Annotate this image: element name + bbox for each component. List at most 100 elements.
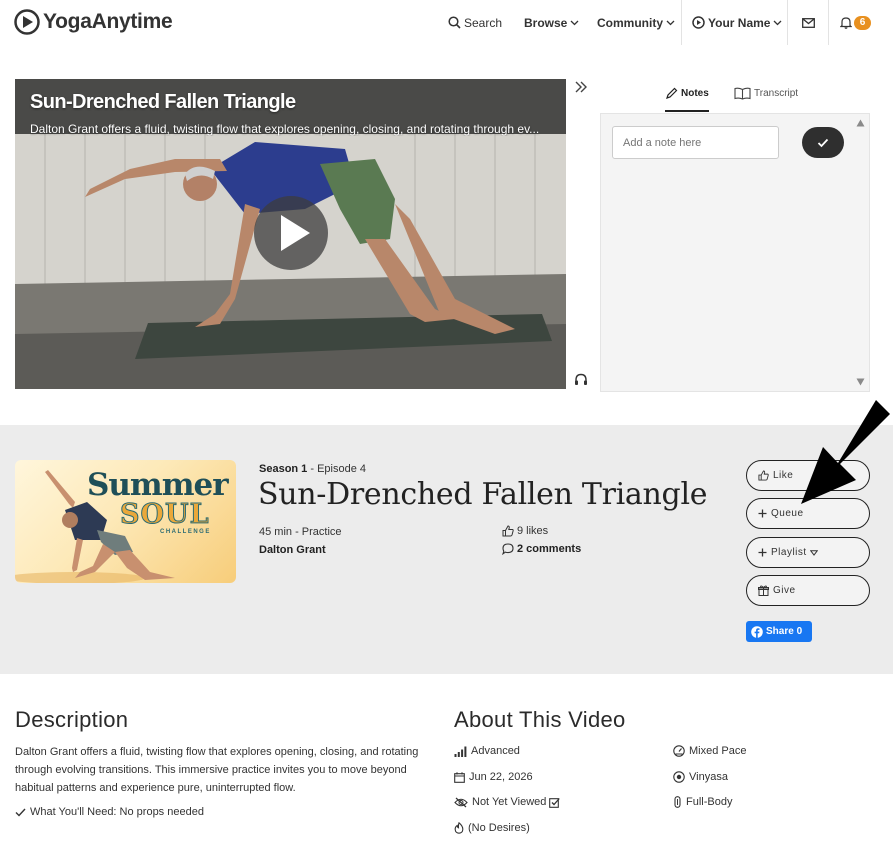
body-icon [674, 796, 681, 808]
active-tab-indicator [665, 110, 709, 112]
annotation-arrow [798, 397, 893, 507]
nav-browse-label: Browse [524, 15, 568, 30]
search-icon [448, 16, 461, 29]
thumbnail-summer-text: Summer [87, 467, 229, 503]
desires: (No Desires) [454, 822, 530, 834]
logo-icon [14, 9, 40, 35]
collapse-panel-button[interactable] [575, 81, 588, 93]
playlist-button[interactable]: Playlist [746, 537, 870, 568]
description-text: Dalton Grant offers a fluid, twisting fl… [15, 746, 419, 794]
nav-notifications[interactable]: 6 [840, 0, 871, 45]
nav-divider [787, 0, 788, 45]
pencil-icon [666, 87, 678, 99]
scroll-up-arrow[interactable] [856, 119, 865, 127]
style-label: Vinyasa [689, 771, 728, 783]
nav-divider [828, 0, 829, 45]
release-date-label: Jun 22, 2026 [469, 771, 533, 783]
focus-label: Full-Body [686, 796, 733, 808]
signal-bars-icon [454, 746, 467, 757]
site-header: YogaAnytime Search Browse Community Your… [0, 0, 893, 45]
nav-search-label: Search [464, 15, 503, 30]
gauge-icon [673, 745, 685, 757]
comment-icon [502, 543, 514, 555]
nav-browse[interactable]: Browse [521, 0, 579, 45]
checkmark-icon [817, 138, 829, 147]
pace-link[interactable]: Mixed Pace [673, 745, 746, 757]
thumbs-up-icon [758, 470, 769, 481]
notes-panel [600, 113, 870, 392]
level-label: Advanced [471, 745, 520, 757]
chevron-down-icon [774, 20, 782, 25]
tab-notes[interactable]: Notes [665, 78, 709, 112]
dot-circle-icon [673, 771, 685, 783]
about-heading: About This Video [454, 707, 626, 732]
episode-thumbnail[interactable]: Summer SOUL CHALLENGE [15, 460, 236, 583]
level-link[interactable]: Advanced [454, 745, 520, 757]
save-note-button[interactable] [802, 127, 844, 158]
queue-button-label: Queue [771, 508, 804, 519]
give-button-label: Give [773, 585, 796, 596]
arrow-pointer-icon [801, 400, 890, 504]
audio-mode-button[interactable] [574, 373, 588, 386]
nav-search[interactable]: Search [448, 0, 505, 45]
nav-community-label: Community [597, 15, 663, 30]
instructor-link[interactable]: Dalton Grant [259, 544, 326, 556]
nav-user-menu[interactable]: Your Name [692, 0, 782, 45]
play-icon [281, 215, 310, 251]
style-link[interactable]: Vinyasa [673, 771, 728, 783]
scroll-down-arrow[interactable] [856, 378, 865, 386]
comments-link[interactable]: 2 comments [502, 543, 581, 555]
viewed-status-label: Not Yet Viewed [472, 796, 547, 808]
video-player[interactable]: Sun-Drenched Fallen Triangle Dalton Gran… [15, 79, 566, 389]
notes-tabs: Notes Transcript [600, 78, 870, 112]
chevron-down-icon [666, 20, 675, 25]
playlist-button-label: Playlist [771, 547, 807, 558]
facebook-share-button[interactable]: Share 0 [746, 621, 812, 642]
checkmark-icon [15, 808, 26, 817]
book-icon [734, 87, 751, 100]
logo[interactable]: YogaAnytime [14, 9, 173, 35]
tab-transcript[interactable]: Transcript [734, 78, 798, 108]
props-needed: What You'll Need: No props needed [15, 806, 204, 818]
nav-divider [681, 0, 682, 45]
video-description: Dalton Grant offers a fluid, twisting fl… [30, 122, 540, 136]
triangle-down-icon [856, 378, 865, 386]
like-button-label: Like [773, 470, 794, 481]
thumbnail-challenge-text: CHALLENGE [160, 529, 211, 535]
headphones-icon [575, 373, 587, 385]
tab-notes-label: Notes [681, 87, 709, 99]
thumbs-up-icon [502, 525, 514, 537]
pace-label: Mixed Pace [689, 745, 747, 757]
focus-link[interactable]: Full-Body [673, 796, 732, 808]
video-title: Sun-Drenched Fallen Triangle [30, 91, 296, 113]
nav-messages[interactable] [802, 0, 815, 45]
desires-label: (No Desires) [468, 822, 530, 834]
nav-community[interactable]: Community [594, 0, 675, 45]
plus-icon [758, 548, 767, 557]
episode-number: - Episode 4 [307, 463, 367, 475]
episode-info-band: Summer SOUL CHALLENGE Season 1 - Episode… [0, 425, 893, 674]
episode-title: Sun-Drenched Fallen Triangle [258, 477, 708, 512]
plus-icon [758, 509, 767, 518]
brand-name: YogaAnytime [43, 10, 173, 33]
facebook-icon [751, 625, 763, 638]
note-input[interactable] [612, 126, 779, 159]
comments-label: 2 comments [517, 543, 582, 555]
triangle-up-icon [856, 119, 865, 127]
thumbnail-soul-text: SOUL [120, 499, 210, 531]
gift-icon [758, 585, 769, 596]
eye-slash-icon [454, 797, 468, 807]
double-chevron-right-icon [575, 81, 587, 93]
tab-transcript-label: Transcript [754, 87, 799, 99]
season-link[interactable]: Season 1 [259, 463, 307, 475]
likes-label: 9 likes [517, 525, 549, 537]
likes-count: 9 likes [502, 525, 548, 537]
bell-icon [840, 17, 852, 29]
mark-viewed-icon[interactable] [549, 797, 561, 808]
chevron-down-icon [570, 20, 579, 25]
user-logo-icon [692, 16, 705, 29]
play-button[interactable] [254, 196, 328, 270]
give-button[interactable]: Give [746, 575, 870, 606]
calendar-icon [454, 771, 465, 783]
flame-icon [454, 822, 464, 834]
